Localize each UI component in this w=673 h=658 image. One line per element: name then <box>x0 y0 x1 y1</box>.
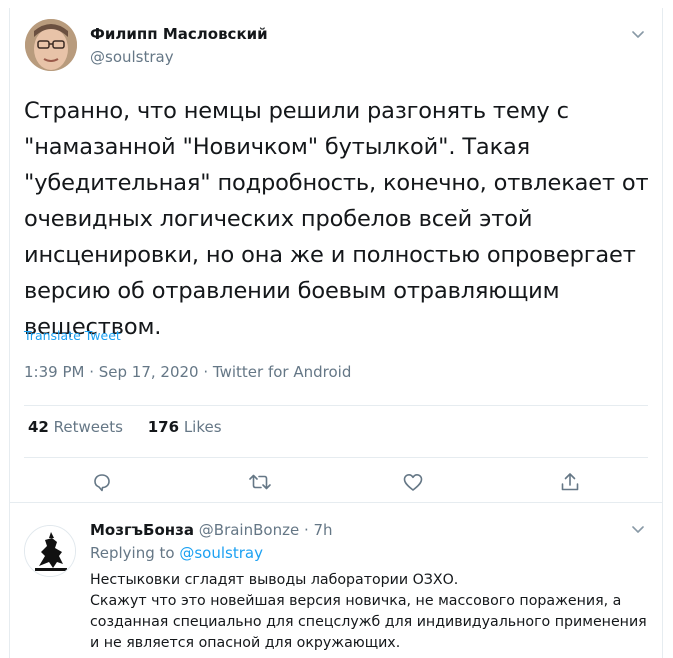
replying-prefix: Replying to <box>90 544 180 562</box>
reply-avatar[interactable] <box>24 525 76 577</box>
tweet-time[interactable]: 1:39 PM <box>24 363 84 381</box>
share-icon[interactable] <box>558 470 582 494</box>
chevron-down-icon[interactable] <box>630 521 646 537</box>
meta-separator: · <box>84 363 99 381</box>
tweet-source[interactable]: Twitter for Android <box>213 363 351 381</box>
reply-age[interactable]: 7h <box>314 521 333 539</box>
divider <box>24 405 648 406</box>
reply-line: созданная специально для спецслужб для и… <box>90 614 647 630</box>
heart-icon[interactable] <box>401 470 425 494</box>
reply-icon[interactable] <box>90 470 114 494</box>
tweet-date[interactable]: Sep 17, 2020 <box>99 363 199 381</box>
tweet-stats: 42 Retweets 176 Likes <box>28 418 242 436</box>
chevron-down-icon[interactable] <box>630 26 646 42</box>
retweet-icon[interactable] <box>246 470 274 494</box>
divider <box>24 457 648 458</box>
retweets-label: Retweets <box>53 418 123 436</box>
likes-stat[interactable]: 176 Likes <box>148 418 222 436</box>
reply-tweet[interactable]: МозгъБонза @BrainBonze · 7h Replying to … <box>10 503 662 658</box>
author-name[interactable]: Филипп Масловский <box>90 25 268 43</box>
main-tweet: Филипп Масловский @soulstray Странно, чт… <box>10 8 662 502</box>
author-handle[interactable]: @soulstray <box>90 48 174 66</box>
likes-label: Likes <box>183 418 222 436</box>
retweets-stat[interactable]: 42 Retweets <box>28 418 123 436</box>
avatar-photo <box>25 19 77 71</box>
reply-header: МозгъБонза @BrainBonze · 7h <box>90 521 333 539</box>
reply-dot: · <box>299 521 314 539</box>
tweet-actions <box>10 470 662 496</box>
reply-line: Скажут что это новейшая версия новичка, … <box>90 593 622 609</box>
reply-text: Нестыковки сгладят выводы лаборатории ОЗ… <box>90 570 655 654</box>
reply-line: и не является опасной для окружающих. <box>90 635 401 651</box>
reply-author-name[interactable]: МозгъБонза <box>90 521 194 539</box>
replying-to: Replying to @soulstray <box>90 544 263 562</box>
avatar-image <box>25 526 75 576</box>
translate-tweet-link[interactable]: Translate Tweet <box>24 328 121 343</box>
tweet-meta: 1:39 PM · Sep 17, 2020 · Twitter for And… <box>24 363 351 381</box>
reply-line: Нестыковки сгладят выводы лаборатории ОЗ… <box>90 572 459 588</box>
tweet-text: Странно, что немцы решили разгонять тему… <box>24 98 649 340</box>
author-avatar[interactable] <box>25 19 77 71</box>
replying-to-link[interactable]: @soulstray <box>179 544 263 562</box>
retweets-count: 42 <box>28 418 49 436</box>
meta-separator: · <box>198 363 213 381</box>
tweet-thread: Филипп Масловский @soulstray Странно, чт… <box>9 8 663 658</box>
reply-author-handle[interactable]: @BrainBonze <box>199 521 299 539</box>
likes-count: 176 <box>147 418 180 436</box>
